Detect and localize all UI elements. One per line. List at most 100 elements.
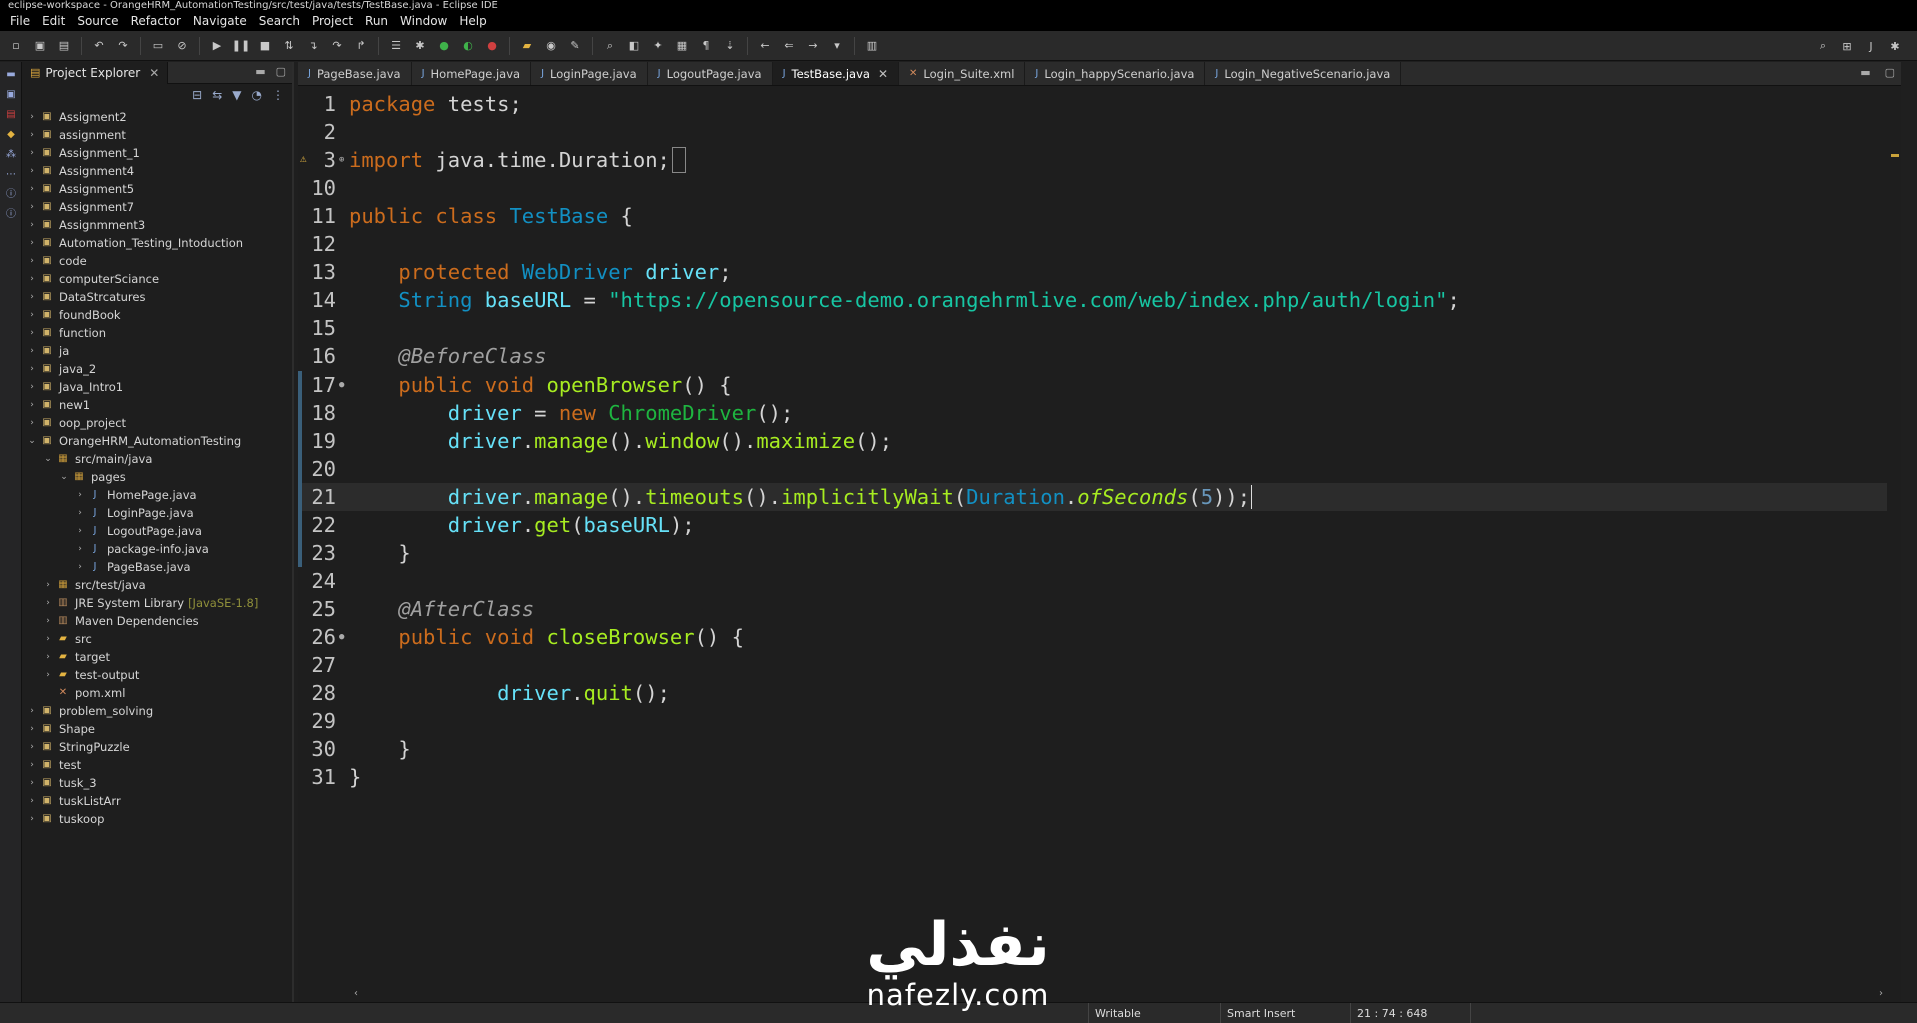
editor-tab[interactable]: J Login_NegativeScenario.java — [1205, 62, 1402, 85]
minimize-icon[interactable]: ▬ — [255, 65, 265, 78]
editor-tab[interactable]: J LoginPage.java — [531, 62, 648, 85]
chevron-right-icon[interactable]: › — [26, 778, 38, 788]
chevron-right-icon[interactable]: › — [26, 418, 38, 428]
restore-icon[interactable]: ▣ — [4, 88, 18, 102]
focus-icon[interactable]: ◔ — [252, 88, 262, 102]
code-line[interactable]: 14 String baseURL = "https://opensource-… — [298, 286, 1887, 314]
chevron-right-icon[interactable]: › — [42, 598, 54, 608]
tree-item[interactable]: › ▣ Assignment4 — [22, 162, 292, 180]
code-line[interactable]: 21 driver.manage().timeouts().implicitly… — [298, 482, 1887, 511]
horizontal-scrollbar[interactable]: ‹ › — [350, 986, 1887, 1000]
tree-item[interactable]: › ▣ oop_project — [22, 414, 292, 432]
tree-item[interactable]: › ▦ src/test/java — [22, 576, 292, 594]
tree-item[interactable]: › ▣ problem_solving — [22, 702, 292, 720]
terminate-icon[interactable]: ■ — [256, 37, 274, 55]
chevron-right-icon[interactable]: › — [26, 292, 38, 302]
chevron-down-icon[interactable]: ⌄ — [42, 454, 54, 464]
code-line[interactable]: 27 — [298, 651, 1887, 679]
next-annotation-icon[interactable]: ⇣ — [721, 37, 739, 55]
pin-editor-icon[interactable]: ▥ — [863, 37, 881, 55]
chevron-right-icon[interactable]: › — [26, 364, 38, 374]
tree-item[interactable]: › ▣ Shape — [22, 720, 292, 738]
code-line[interactable]: 31} — [298, 763, 1887, 791]
filter-icon[interactable]: ▼ — [232, 88, 241, 102]
chevron-right-icon[interactable]: › — [42, 580, 54, 590]
tree-item[interactable]: › ▣ new1 — [22, 396, 292, 414]
external-tools-icon[interactable]: ● — [483, 37, 501, 55]
menu-source[interactable]: Source — [71, 11, 124, 31]
tree-item[interactable]: › ▣ foundBook — [22, 306, 292, 324]
code-line[interactable]: 15 — [298, 314, 1887, 342]
code-line[interactable]: 1 package tests; — [298, 90, 1887, 118]
code-line[interactable]: 18 driver = new ChromeDriver(); — [298, 399, 1887, 427]
scroll-left-icon[interactable]: ‹ — [354, 988, 358, 999]
code-line[interactable]: 30 } — [298, 735, 1887, 763]
view-menu-icon[interactable]: ⋮ — [272, 88, 284, 102]
tree-item[interactable]: › ▰ target — [22, 648, 292, 666]
tree-item[interactable]: › ▣ ja — [22, 342, 292, 360]
mark-occurrences-icon[interactable]: ✦ — [649, 37, 667, 55]
fold-collapse-icon[interactable]: ● — [339, 371, 344, 399]
open-task-icon[interactable]: ☰ — [387, 37, 405, 55]
chevron-right-icon[interactable]: › — [26, 274, 38, 284]
chevron-right-icon[interactable]: › — [26, 328, 38, 338]
chevron-down-icon[interactable]: ⌄ — [26, 436, 38, 446]
tree-item[interactable]: › J PageBase.java — [22, 558, 292, 576]
chevron-right-icon[interactable]: › — [74, 526, 86, 536]
code-line[interactable]: 16 @BeforeClass — [298, 342, 1887, 370]
tree-item[interactable]: › ▣ StringPuzzle — [22, 738, 292, 756]
tree-item[interactable]: › ▥ JRE System Library [JavaSE-1.8] — [22, 594, 292, 612]
tree-item[interactable]: › ▣ DataStrcatures — [22, 288, 292, 306]
save-all-icon[interactable]: ▤ — [55, 37, 73, 55]
tree-item[interactable]: › ▣ tuskoop — [22, 810, 292, 828]
code-line[interactable]: 22 driver.get(baseURL); — [298, 511, 1887, 539]
undo-icon[interactable]: ↶ — [90, 37, 108, 55]
code-line[interactable]: 26 ● public void closeBrowser() { — [298, 623, 1887, 651]
tree-item[interactable]: › ▣ Assigment2 — [22, 108, 292, 126]
javadoc-icon[interactable]: ⓘ — [4, 208, 18, 222]
code-line[interactable]: 29 — [298, 707, 1887, 735]
maximize-icon[interactable]: ▢ — [276, 65, 286, 78]
open-folder-icon[interactable]: ▰ — [518, 37, 536, 55]
close-icon[interactable]: ✕ — [149, 66, 159, 80]
search-references-icon[interactable]: ⌕ — [601, 37, 619, 55]
outline-icon[interactable]: ⁂ — [4, 148, 18, 162]
code-area[interactable]: 1 package tests; 2 3 ⊕ import java.time.Durat… — [298, 86, 1901, 986]
code-line[interactable]: 11 public class TestBase { — [298, 202, 1887, 230]
step-over-icon[interactable]: ↷ — [328, 37, 346, 55]
code-line[interactable]: 19 driver.manage().window().maximize(); — [298, 427, 1887, 455]
chevron-right-icon[interactable]: › — [42, 670, 54, 680]
tree-item[interactable]: › Jpackage-info.java — [22, 540, 292, 558]
suspend-icon[interactable]: ❚❚ — [232, 37, 250, 55]
menu-window[interactable]: Window — [394, 11, 453, 31]
chevron-right-icon[interactable]: › — [26, 238, 38, 248]
open-type-icon[interactable]: ◧ — [625, 37, 643, 55]
warning-icon[interactable]: ⚠ — [300, 152, 307, 165]
show-whitespace-icon[interactable]: ¶ — [697, 37, 715, 55]
menu-navigate[interactable]: Navigate — [187, 11, 253, 31]
tree-item[interactable]: › ▣ code — [22, 252, 292, 270]
chevron-right-icon[interactable]: › — [26, 112, 38, 122]
code-line[interactable]: 28 driver.quit(); — [298, 679, 1887, 707]
terminal-icon[interactable]: ▭ — [149, 37, 167, 55]
maximize-icon[interactable]: ▢ — [1885, 66, 1895, 79]
folded-block-indicator[interactable] — [671, 147, 687, 174]
forward-menu-icon[interactable]: ▾ — [828, 37, 846, 55]
tree-item[interactable]: › ▣ Automation_Testing_Intoduction — [22, 234, 292, 252]
chevron-right-icon[interactable]: › — [26, 814, 38, 824]
type-hierarchy-icon[interactable]: ◆ — [4, 128, 18, 142]
new-java-class-icon[interactable]: ◉ — [542, 37, 560, 55]
disconnect-icon[interactable]: ⇅ — [280, 37, 298, 55]
menu-search[interactable]: Search — [253, 11, 306, 31]
chevron-right-icon[interactable]: › — [26, 760, 38, 770]
info-icon[interactable]: ⓘ — [4, 188, 18, 202]
tree-item[interactable]: › ▣ java_2 — [22, 360, 292, 378]
last-edit-icon[interactable]: ⇐ — [780, 37, 798, 55]
tree-item[interactable]: › ▣ Assignmment3 — [22, 216, 292, 234]
tree-item[interactable]: › ▰ src — [22, 630, 292, 648]
warning-marker[interactable] — [1891, 154, 1899, 157]
editor-tab[interactable]: J TestBase.java ✕ — [772, 62, 899, 85]
code-line[interactable]: 10 — [298, 174, 1887, 202]
collapse-all-icon[interactable]: ⊟ — [192, 88, 202, 102]
chevron-right-icon[interactable]: › — [42, 616, 54, 626]
